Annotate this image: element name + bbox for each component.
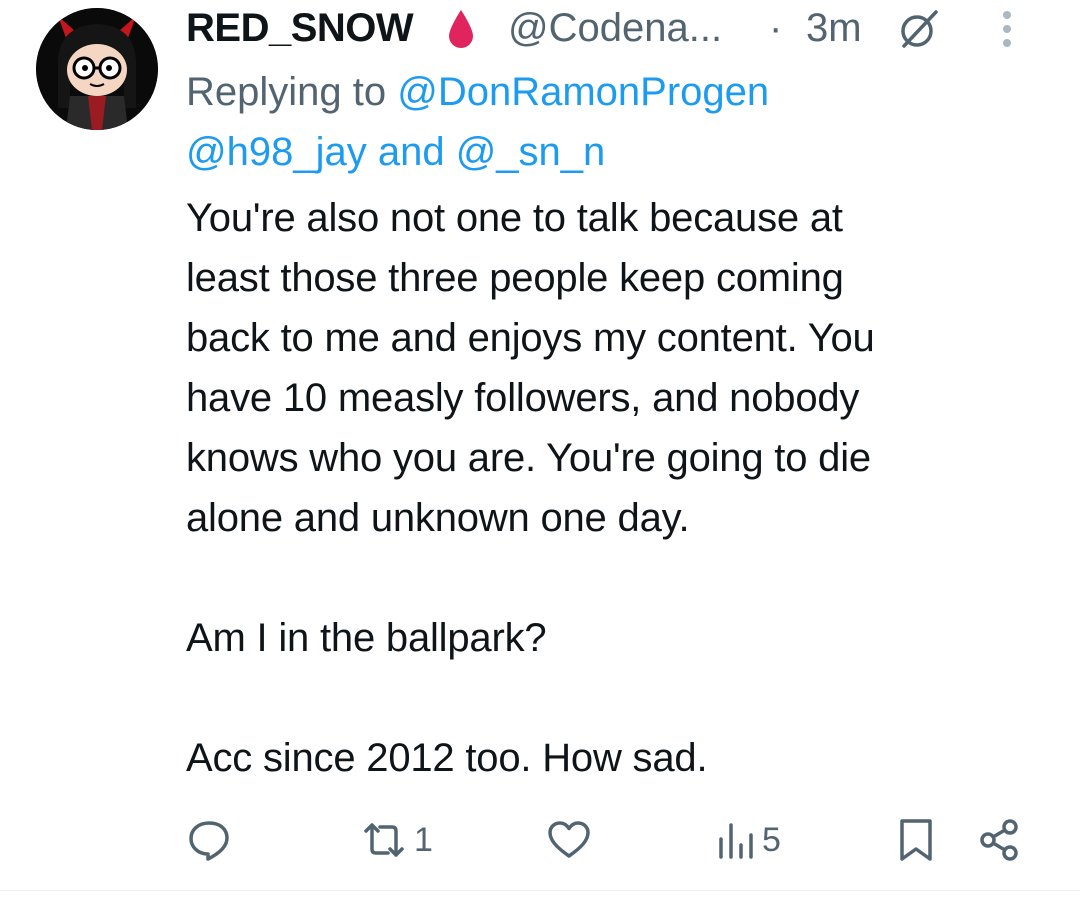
mention-link[interactable]: @_sn_n — [456, 130, 606, 174]
tweet-header: RED_SNOW @Codena... · 3m — [186, 0, 1046, 60]
reply-button[interactable] — [186, 812, 232, 868]
timestamp[interactable]: 3m — [806, 4, 862, 52]
divider — [0, 890, 1080, 891]
reply-icon — [186, 817, 232, 863]
mention-link[interactable]: @DonRamonProgen — [397, 70, 769, 114]
bookmark-icon — [896, 817, 936, 863]
more-vertical-icon[interactable] — [1000, 8, 1014, 50]
retweet-count: 1 — [414, 820, 433, 859]
retweet-icon — [358, 817, 410, 863]
replying-and: and — [366, 130, 456, 174]
separator-dot: · — [769, 6, 783, 50]
share-icon — [976, 817, 1022, 863]
share-button[interactable] — [976, 812, 1022, 868]
tweet[interactable]: RED_SNOW @Codena... · 3m Replying to @Do… — [0, 0, 1080, 921]
views-icon — [714, 817, 758, 863]
handle[interactable]: @Codena... — [508, 4, 722, 52]
views-button[interactable]: 5 — [714, 812, 781, 868]
mention-link[interactable]: @h98_jay — [186, 130, 367, 174]
heart-icon — [546, 817, 592, 863]
bookmark-button[interactable] — [896, 812, 936, 868]
views-count: 5 — [762, 820, 781, 859]
like-button[interactable] — [546, 812, 592, 868]
tweet-text: You're also not one to talk because at l… — [186, 196, 875, 780]
avatar[interactable] — [36, 8, 158, 130]
avatar-image — [36, 8, 158, 130]
retweet-button[interactable]: 1 — [358, 812, 433, 868]
action-bar: 1 5 — [186, 812, 1046, 868]
display-name[interactable]: RED_SNOW — [186, 4, 414, 52]
replying-prefix: Replying to — [186, 70, 398, 114]
replying-to: Replying to @DonRamonProgen @h98_jay and … — [186, 62, 1046, 182]
grok-icon[interactable] — [898, 8, 940, 50]
blood-drop-icon — [446, 4, 476, 52]
